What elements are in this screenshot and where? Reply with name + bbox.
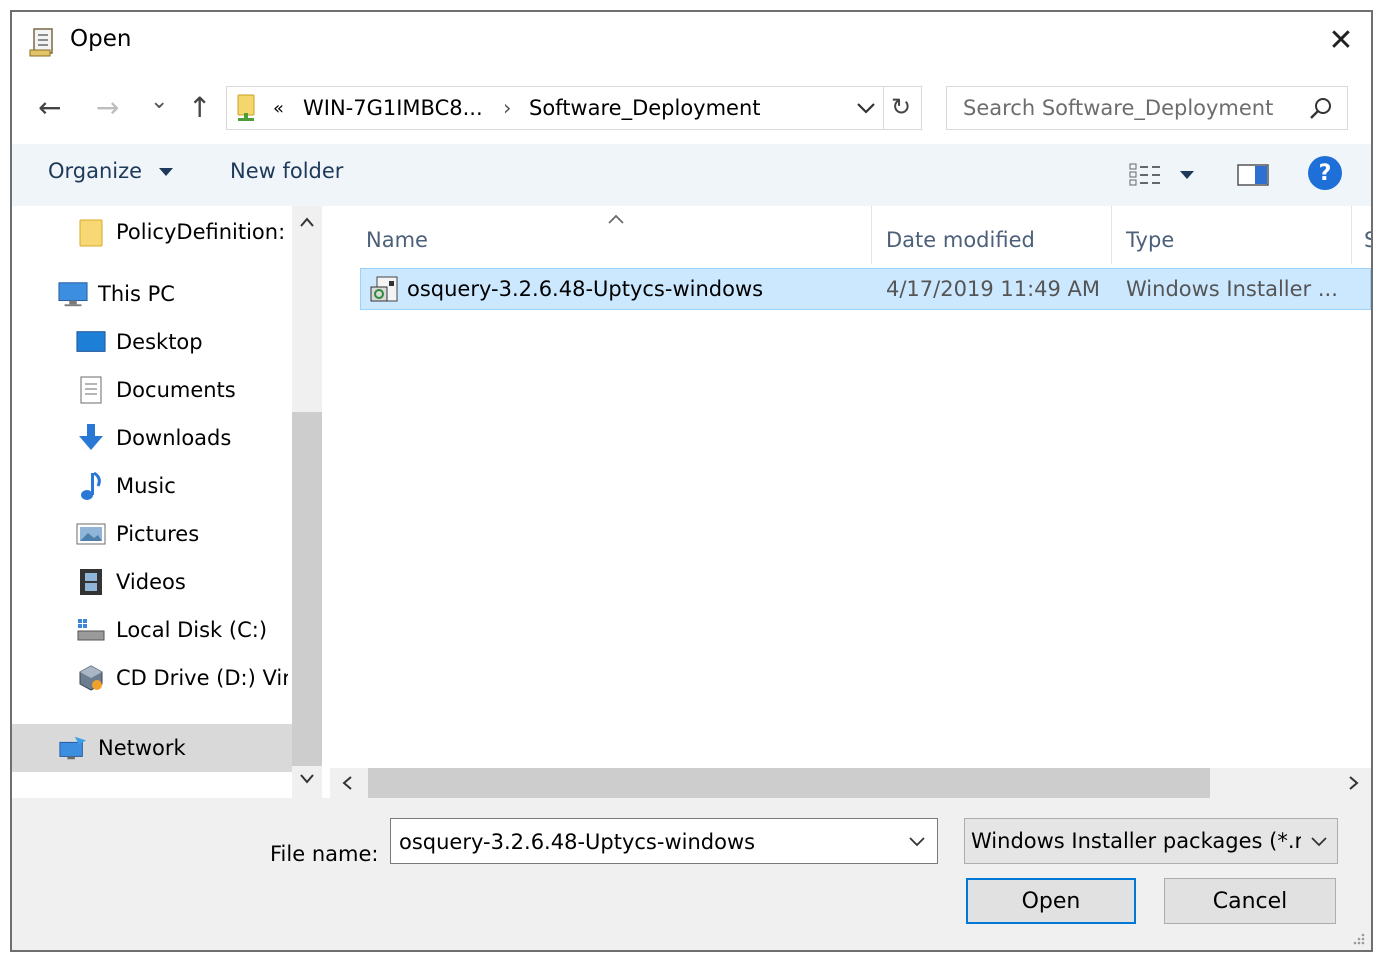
sidebar-item-network[interactable]: Network (12, 724, 292, 772)
search-box[interactable]: Search Software_Deployment (946, 86, 1348, 130)
close-icon[interactable]: ✕ (1324, 26, 1358, 60)
column-divider[interactable] (871, 206, 872, 264)
help-icon[interactable]: ? (1308, 156, 1342, 190)
sidebar-item-label: Desktop (116, 330, 203, 354)
column-header-size[interactable]: S (1364, 228, 1371, 252)
change-view-button[interactable] (1126, 160, 1206, 190)
sidebar-item-label: Local Disk (C:) (116, 618, 268, 642)
sidebar-item-label: CD Drive (D:) Vir (116, 666, 288, 690)
file-type-select[interactable]: Windows Installer packages (*.r (964, 818, 1338, 864)
file-name-input[interactable]: osquery-3.2.6.48-Uptycs-windows (390, 818, 938, 864)
installer-file-icon (369, 273, 401, 305)
file-type-cell: Windows Installer ... (1126, 277, 1338, 301)
drive-icon (76, 615, 106, 645)
computer-icon (58, 279, 88, 309)
sidebar-item-label: Pictures (116, 522, 200, 546)
sidebar-item-label: PolicyDefinition: (116, 220, 286, 244)
up-button[interactable]: ↑ (188, 94, 211, 122)
pictures-icon (76, 519, 106, 549)
breadcrumb-segment[interactable]: WIN-7G1IMBC8... (303, 96, 483, 120)
folder-icon (76, 217, 106, 247)
folder-path-icon (235, 93, 263, 123)
column-header-name[interactable]: Name (366, 228, 428, 252)
organize-dropdown-icon (158, 168, 173, 176)
file-name-value: osquery-3.2.6.48-Uptycs-windows (399, 830, 756, 854)
table-row[interactable]: osquery-3.2.6.48-Uptycs-windows 4/17/201… (360, 268, 1371, 310)
address-divider (883, 87, 884, 129)
sidebar-item-documents[interactable]: Documents (76, 368, 292, 412)
file-type-dropdown-icon[interactable] (1309, 833, 1329, 852)
sidebar-item-pictures[interactable]: Pictures (76, 512, 292, 556)
cd-drive-icon (76, 663, 106, 693)
column-header-date-modified[interactable]: Date modified (886, 228, 1035, 252)
file-type-value: Windows Installer packages (*.r (971, 829, 1301, 853)
navigation-pane-scroll-thumb[interactable] (292, 412, 322, 766)
file-list-scroll-thumb[interactable] (368, 768, 1210, 798)
scroll-right-arrow[interactable] (1347, 774, 1361, 796)
recent-locations-button[interactable]: ⌄ (150, 88, 168, 116)
sidebar-item-label: Network (98, 736, 186, 760)
organize-label: Organize (48, 159, 143, 183)
sort-ascending-icon (606, 210, 626, 229)
column-divider[interactable] (1351, 206, 1352, 264)
search-placeholder: Search Software_Deployment (963, 96, 1274, 120)
sidebar-item-local-disk[interactable]: Local Disk (C:) (76, 608, 292, 652)
file-name-dropdown-icon[interactable] (907, 833, 927, 852)
file-list: Name Date modified Type S osquery-3.2.6.… (330, 206, 1371, 798)
sidebar-item-label: This PC (98, 282, 175, 306)
help-glyph: ? (1318, 160, 1332, 186)
sidebar-item-music[interactable]: Music (76, 464, 292, 508)
sidebar-item-label: Documents (116, 378, 236, 402)
sidebar-item-policydefinitions[interactable]: PolicyDefinition: (76, 210, 292, 254)
organize-button[interactable]: Organize (48, 159, 173, 183)
new-folder-button[interactable]: New folder (230, 159, 343, 183)
network-icon (58, 733, 88, 763)
path-overflow-chevron[interactable]: « (273, 98, 284, 119)
open-file-dialog: Open ✕ ← → ⌄ ↑ « WIN-7G1IMBC8... › Softw… (10, 10, 1373, 952)
refresh-icon[interactable]: ↻ (891, 93, 911, 121)
dialog-icon (28, 26, 58, 58)
sidebar-item-downloads[interactable]: Downloads (76, 416, 292, 460)
file-name-cell: osquery-3.2.6.48-Uptycs-windows (407, 277, 764, 301)
desktop-icon (76, 327, 106, 357)
column-header-type[interactable]: Type (1126, 228, 1174, 252)
preview-pane-icon[interactable] (1236, 162, 1270, 190)
scroll-left-arrow[interactable] (340, 774, 354, 796)
cancel-button[interactable]: Cancel (1164, 878, 1336, 924)
breadcrumb-separator[interactable]: › (503, 96, 511, 120)
scroll-up-arrow[interactable] (298, 214, 316, 233)
file-name-label: File name: (270, 842, 379, 866)
sidebar-item-label: Videos (116, 570, 186, 594)
title-bar: Open ✕ (12, 12, 1371, 74)
dialog-title: Open (70, 26, 132, 52)
downloads-icon (76, 423, 106, 453)
search-icon[interactable] (1307, 95, 1335, 123)
sidebar-item-label: Music (116, 474, 176, 498)
resize-grip-icon[interactable] (1350, 930, 1366, 950)
music-icon (76, 471, 106, 501)
file-date-cell: 4/17/2019 11:49 AM (886, 277, 1101, 301)
breadcrumb-segment[interactable]: Software_Deployment (529, 96, 761, 120)
address-history-dropdown[interactable] (851, 91, 881, 125)
navigation-pane: PolicyDefinition: This PC Desktop Docume… (12, 206, 330, 798)
sidebar-item-videos[interactable]: Videos (76, 560, 292, 604)
back-button[interactable]: ← (38, 94, 61, 122)
open-button[interactable]: Open (966, 878, 1136, 924)
sidebar-item-desktop[interactable]: Desktop (76, 320, 292, 364)
videos-icon (76, 567, 106, 597)
scroll-down-arrow[interactable] (298, 770, 316, 789)
command-bar: Organize New folder ? (12, 144, 1371, 206)
sidebar-item-this-pc[interactable]: This PC (58, 272, 292, 316)
sidebar-item-label: Downloads (116, 426, 232, 450)
documents-icon (76, 375, 106, 405)
forward-button[interactable]: → (96, 94, 119, 122)
sidebar-item-cd-drive[interactable]: CD Drive (D:) Vir (76, 656, 292, 700)
column-divider[interactable] (1111, 206, 1112, 264)
address-bar[interactable]: « WIN-7G1IMBC8... › Software_Deployment … (226, 86, 922, 130)
